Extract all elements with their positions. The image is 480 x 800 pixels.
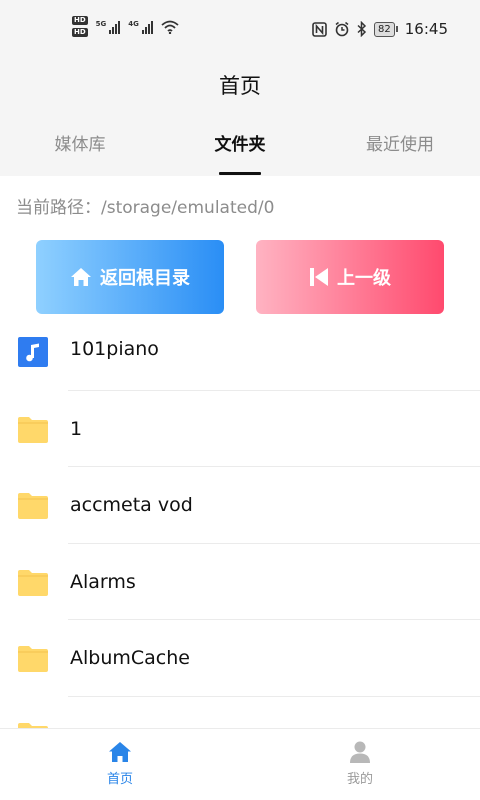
top-header-area: HD HD 5G 4G 82 16:45 首页 媒体库 文件夹 最近使用: [0, 0, 480, 176]
home-icon: [71, 268, 91, 286]
file-name: 101piano: [70, 338, 159, 360]
battery-level: 82: [374, 21, 395, 37]
page-title: 首页: [219, 74, 261, 98]
parent-directory-button[interactable]: 上一级: [256, 240, 444, 314]
user-icon: [350, 741, 370, 763]
tab-bar: 媒体库 文件夹 最近使用: [0, 130, 480, 176]
signal-icon: 5G: [96, 20, 121, 34]
home-icon: [109, 742, 131, 762]
nav-profile[interactable]: 我的: [240, 729, 480, 800]
folder-icon: [18, 416, 48, 443]
file-name: AlbumCache: [70, 647, 190, 669]
back-to-root-button[interactable]: 返回根目录: [36, 240, 224, 314]
list-item[interactable]: Alarms: [0, 544, 480, 620]
file-name: accmeta vod: [70, 494, 193, 516]
nav-home-label: 首页: [106, 772, 133, 787]
system-indicators: 82 16:45: [312, 20, 448, 38]
folder-icon: [18, 646, 48, 672]
network-indicators: HD HD 5G 4G: [72, 16, 179, 37]
tab-recent[interactable]: 最近使用: [320, 130, 480, 176]
file-name: Alarms: [70, 570, 136, 593]
battery-icon: 82: [374, 21, 398, 37]
tab-media-library[interactable]: 媒体库: [0, 130, 160, 176]
hd-badge: HD: [72, 28, 88, 37]
folder-icon: [18, 493, 48, 519]
nav-home[interactable]: 首页: [0, 729, 240, 800]
list-item[interactable]: accmeta vod: [0, 467, 480, 544]
status-time: 16:45: [404, 20, 448, 38]
signal-icon: 4G: [128, 20, 153, 34]
list-item[interactable]: 101piano: [0, 314, 480, 391]
tab-folders[interactable]: 文件夹: [160, 130, 320, 176]
music-file-icon: [18, 337, 48, 367]
bottom-navigation: 首页 我的: [0, 728, 480, 800]
nav-profile-label: 我的: [346, 772, 373, 787]
hd-badges: HD HD: [72, 16, 88, 37]
file-name: 1: [70, 417, 83, 440]
alarm-icon: [335, 21, 349, 37]
bluetooth-icon: [357, 21, 367, 37]
hd-badge: HD: [72, 16, 88, 25]
nfc-icon: [312, 21, 327, 37]
wifi-icon: [161, 20, 179, 34]
file-list: 101piano 1 accmeta vod Alarms AlbumCache: [0, 314, 480, 773]
list-item[interactable]: 1: [0, 391, 480, 467]
skip-back-icon: [310, 268, 328, 286]
current-path: 当前路径：/storage/emulated/0: [16, 198, 275, 218]
folder-icon: [18, 569, 48, 596]
status-bar: HD HD 5G 4G 82 16:45: [0, 0, 480, 60]
list-item[interactable]: AlbumCache: [0, 620, 480, 697]
parent-directory-label: 上一级: [337, 268, 391, 289]
back-to-root-label: 返回根目录: [100, 268, 190, 289]
